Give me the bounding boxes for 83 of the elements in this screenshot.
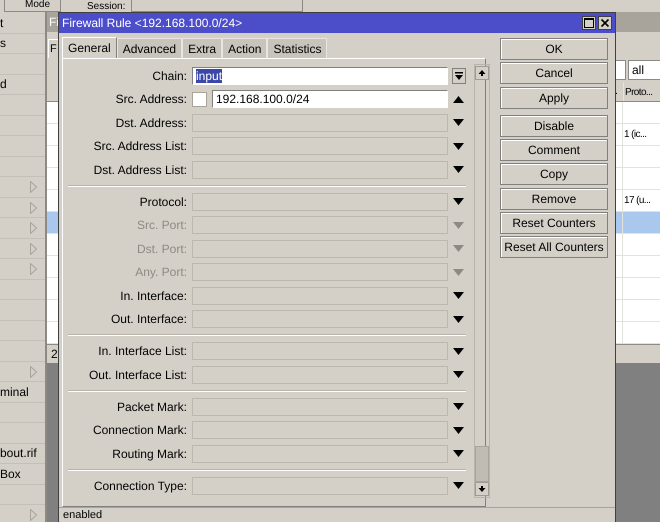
field-label: In. Interface List:	[97, 344, 188, 358]
field-label: Src. Address List:	[92, 139, 188, 154]
window-title: Firewall Rule <192.168.100.0/24>	[62, 16, 244, 30]
field-label: Src. Address:	[114, 92, 188, 106]
field-label: Dst. Address:	[114, 116, 188, 130]
dropdown-field[interactable]	[192, 192, 448, 211]
dropdown-arrow-icon[interactable]	[453, 348, 464, 355]
field-label: Out. Interface:	[110, 312, 188, 326]
filter-field[interactable]: all	[628, 60, 660, 80]
tab[interactable]: Action	[222, 38, 268, 58]
field-label: Dst. Port:	[136, 242, 188, 256]
dropdown-arrow-icon[interactable]	[453, 403, 464, 410]
dropdown-field[interactable]	[192, 216, 448, 234]
column-header[interactable]: Proto...	[623, 82, 660, 101]
dropdown-field[interactable]	[192, 137, 448, 156]
dropdown-field[interactable]	[192, 263, 448, 282]
dropdown-field[interactable]	[192, 286, 448, 305]
dropdown-field[interactable]	[192, 366, 448, 384]
dropdown-field[interactable]	[192, 421, 448, 440]
dropdown-arrow-icon[interactable]	[453, 316, 464, 323]
field-label: Any. Port:	[134, 265, 188, 280]
dropdown-arrow-icon[interactable]	[453, 482, 464, 490]
negate-checkbox[interactable]	[192, 92, 207, 107]
scrollbar[interactable]	[474, 64, 490, 498]
dialog-button[interactable]: Disable	[500, 114, 608, 137]
dialog-button[interactable]: Copy	[500, 163, 608, 186]
dropdown-arrow-icon[interactable]	[453, 198, 464, 206]
mode-button[interactable]: Mode	[4, 0, 62, 12]
dropdown-arrow-icon[interactable]	[453, 371, 464, 378]
maximize-icon[interactable]	[582, 16, 596, 30]
dropdown-arrow-icon[interactable]	[453, 119, 464, 126]
input-field[interactable]: 192.168.100.0/24	[212, 90, 448, 108]
status-text: 2	[51, 347, 58, 361]
dropdown-field[interactable]	[192, 398, 448, 416]
submenu-arrow-icon	[30, 509, 37, 521]
field-label: Chain:	[151, 68, 188, 83]
dialog-button[interactable]: Reset All Counters	[500, 236, 608, 258]
dropdown-arrow-icon[interactable]	[453, 426, 464, 434]
field-label: Packet Mark:	[116, 400, 188, 414]
input-field[interactable]: input	[192, 66, 448, 85]
submenu-arrow-icon	[30, 263, 37, 275]
dropdown-field[interactable]	[192, 160, 448, 179]
dropdown-arrow-icon[interactable]	[453, 166, 464, 174]
dialog-button[interactable]: Remove	[500, 188, 608, 210]
field-label: Protocol:	[138, 194, 188, 209]
dropdown-field[interactable]	[192, 476, 448, 495]
dropdown-field[interactable]	[192, 342, 448, 360]
field-label: Connection Type:	[92, 478, 188, 493]
dropdown-field[interactable]	[192, 310, 448, 328]
field-label: Src. Port:	[136, 218, 188, 232]
dropdown-arrow-icon[interactable]	[453, 450, 464, 458]
close-icon[interactable]	[598, 16, 612, 30]
collapse-arrow-icon[interactable]	[453, 96, 464, 103]
tab[interactable]: Statistics	[267, 38, 328, 58]
dialog-button[interactable]: Comment	[500, 139, 608, 162]
scroll-up-icon[interactable]	[475, 66, 489, 80]
dropdown-field[interactable]	[192, 240, 448, 258]
dialog-button[interactable]: Reset Counters	[500, 212, 608, 234]
session-label: Session:	[87, 1, 126, 12]
scroll-thumb[interactable]	[475, 446, 489, 482]
scroll-down-icon[interactable]	[475, 482, 489, 496]
submenu-arrow-icon	[30, 366, 37, 378]
submenu-arrow-icon	[30, 242, 37, 254]
dialog-button[interactable]: Cancel	[500, 62, 608, 84]
field-label: In. Interface:	[119, 288, 188, 303]
dropdown-field[interactable]	[192, 114, 448, 132]
tab[interactable]: Advanced	[116, 38, 182, 58]
field-label: Routing Mark:	[111, 446, 188, 461]
submenu-arrow-icon	[30, 222, 37, 234]
dropdown-arrow-icon[interactable]	[453, 142, 464, 150]
dropdown-field[interactable]	[192, 444, 448, 463]
dialog-button[interactable]: OK	[500, 38, 608, 60]
dropdown-arrow-icon[interactable]	[453, 292, 464, 300]
field-label: Out. Interface List:	[88, 368, 188, 382]
field-label: Dst. Address List:	[92, 162, 188, 177]
field-label: Connection Mark:	[92, 423, 188, 438]
submenu-arrow-icon	[30, 202, 37, 214]
tab[interactable]: General	[62, 37, 117, 58]
dialog-button[interactable]: Apply	[500, 86, 608, 109]
submenu-arrow-icon	[30, 181, 37, 193]
status-text: enabled	[63, 509, 102, 522]
dropdown-icon[interactable]	[452, 68, 466, 84]
tab[interactable]: Extra	[182, 38, 222, 58]
